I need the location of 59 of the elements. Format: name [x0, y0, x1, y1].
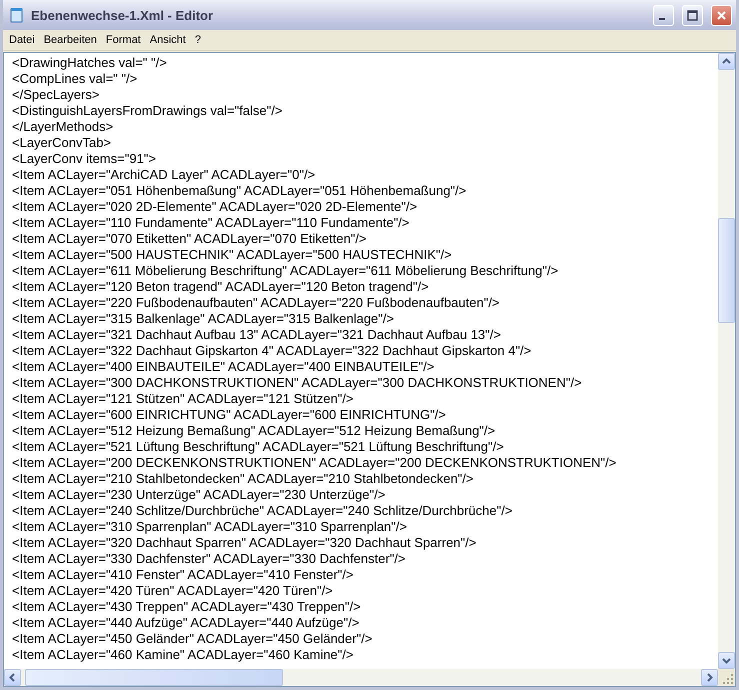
text-line: <Item ACLayer="322 Dachhaut Gipskarton 4" ACADLayer="322 Dachhaut Gipskarton 4"/>: [12, 343, 532, 359]
text-line: <Item ACLayer="450 Geländer" ACADLayer="450 Geländer"/>: [12, 631, 374, 647]
menu-item[interactable]: ?: [192, 34, 207, 46]
text-line: <Item ACLayer="ArchiCAD Layer" ACADLayer="0"/>: [12, 167, 316, 183]
close-icon: [716, 10, 727, 20]
text-line: <Item ACLayer="230 Unterzüge" ACADLayer="230 Unterzüge"/>: [12, 487, 386, 503]
menu-item[interactable]: Datei: [6, 34, 41, 46]
text-line: <Item ACLayer="210 Stahlbetondecken" ACADLayer="210 Stahlbetondecken"/>: [12, 471, 474, 487]
text-line: <CompLines val=" "/>: [12, 71, 138, 87]
minimize-button[interactable]: [653, 4, 674, 26]
text-line: <Item ACLayer="240 Schlitze/Durchbrüche" ACADLayer="240 Schlitze/Durchbrüche"/>: [12, 503, 514, 519]
text-line: <Item ACLayer="420 Türen" ACADLayer="420 Türen"/>: [12, 583, 334, 599]
text-line: <Item ACLayer="512 Heizung Bemaßung" ACADLayer="512 Heizung Bemaßung"/>: [12, 423, 496, 439]
text-line: <Item ACLayer="020 2D-Elemente" ACADLayer="020 2D-Elemente"/>: [12, 199, 418, 215]
text-line: <Item ACLayer="430 Treppen" ACADLayer="430 Treppen"/>: [12, 599, 362, 615]
scroll-right-button[interactable]: [701, 669, 718, 686]
text-line: </SpecLayers>: [12, 87, 100, 103]
horizontal-scrollbar[interactable]: [4, 669, 718, 686]
menu-item[interactable]: Bearbeiten: [40, 34, 103, 46]
text-line: <Item ACLayer="310 Sparrenplan" ACADLayer="310 Sparrenplan"/>: [12, 519, 408, 535]
scroll-left-button[interactable]: [4, 669, 21, 686]
text-line: <Item ACLayer="330 Dachfenster" ACADLayer="330 Dachfenster"/>: [12, 551, 407, 567]
menu-item[interactable]: Ansicht: [146, 34, 192, 46]
text-line: <Item ACLayer="121 Stützen" ACADLayer="121 Stützen"/>: [12, 391, 354, 407]
scroll-down-button[interactable]: [718, 652, 735, 669]
text-line: <Item ACLayer="400 EINBAUTEILE" ACADLayer="400 EINBAUTEILE"/>: [12, 359, 436, 375]
text-line: <Item ACLayer="315 Balkenlage" ACADLayer="315 Balkenlage"/>: [12, 311, 395, 327]
close-button[interactable]: [711, 4, 732, 26]
text-line: <Item ACLayer="300 DACHKONSTRUKTIONEN" ACADLayer="300 DACHKONSTRUKTIONEN"/>: [12, 375, 583, 391]
text-line: <Item ACLayer="600 EINRICHTUNG" ACADLayer="600 EINRICHTUNG"/>: [12, 407, 447, 423]
text-line: <LayerConvTab>: [12, 135, 112, 151]
text-line: <Item ACLayer="410 Fenster" ACADLayer="410 Fenster"/>: [12, 567, 354, 583]
scroll-thumb[interactable]: [718, 218, 735, 323]
scroll-thumb[interactable]: [25, 669, 283, 686]
vertical-scrollbar[interactable]: [718, 53, 735, 669]
text-line: <Item ACLayer="110 Fundamente" ACADLayer="110 Fundamente"/>: [12, 215, 410, 231]
maximize-button[interactable]: [682, 4, 703, 26]
text-line: <Item ACLayer="200 DECKENKONSTRUKTIONEN" ACADLayer="200 DECKENKONSTRUKTIONEN"/>: [12, 455, 618, 471]
menu-item[interactable]: Format: [102, 34, 147, 46]
text-line: <LayerConv items="91">: [12, 151, 158, 167]
text-line: <Item ACLayer="321 Dachhaut Aufbau 13" ACADLayer="321 Dachhaut Aufbau 13"/>: [12, 327, 502, 343]
text-line: <Item ACLayer="500 HAUSTECHNIK" ACADLayer="500 HAUSTECHNIK"/>: [12, 247, 453, 263]
maximize-icon: [687, 10, 698, 20]
scroll-up-button[interactable]: [718, 53, 735, 70]
text-line: <Item ACLayer="521 Lüftung Beschriftung" ACADLayer="521 Lüftung Beschriftung"/>: [12, 439, 505, 455]
window-title: Ebenenwechse-1.Xml - Editor: [31, 8, 214, 22]
text-line: </LayerMethods>: [12, 119, 114, 135]
text-line: <Item ACLayer="320 Dachhaut Sparren" ACADLayer="320 Dachhaut Sparren"/>: [12, 535, 478, 551]
text-line: <Item ACLayer="440 Aufzüge" ACADLayer="440 Aufzüge"/>: [12, 615, 360, 631]
notepad-icon: [9, 7, 25, 23]
text-line: <DrawingHatches val=" "/>: [12, 55, 168, 71]
text-line: <Item ACLayer="220 Fußbodenaufbauten" ACADLayer="220 Fußbodenaufbauten"/>: [12, 295, 501, 311]
text-line: <Item ACLayer="460 Kamine" ACADLayer="460 Kamine"/>: [12, 647, 354, 663]
text-line: <DistinguishLayersFromDrawings val="false"/>: [12, 103, 284, 119]
minimize-icon: [659, 18, 665, 20]
text-line: <Item ACLayer="070 Etiketten" ACADLayer="070 Etiketten"/>: [12, 231, 368, 247]
text-line: <Item ACLayer="611 Möbelierung Beschriftung" ACADLayer="611 Möbelierung Beschriftung"/>: [12, 263, 560, 279]
text-line: <Item ACLayer="120 Beton tragend" ACADLayer="120 Beton tragend"/>: [12, 279, 430, 295]
text-line: <Item ACLayer="051 Höhenbemaßung" ACADLayer="051 Höhenbemaßung"/>: [12, 183, 468, 199]
